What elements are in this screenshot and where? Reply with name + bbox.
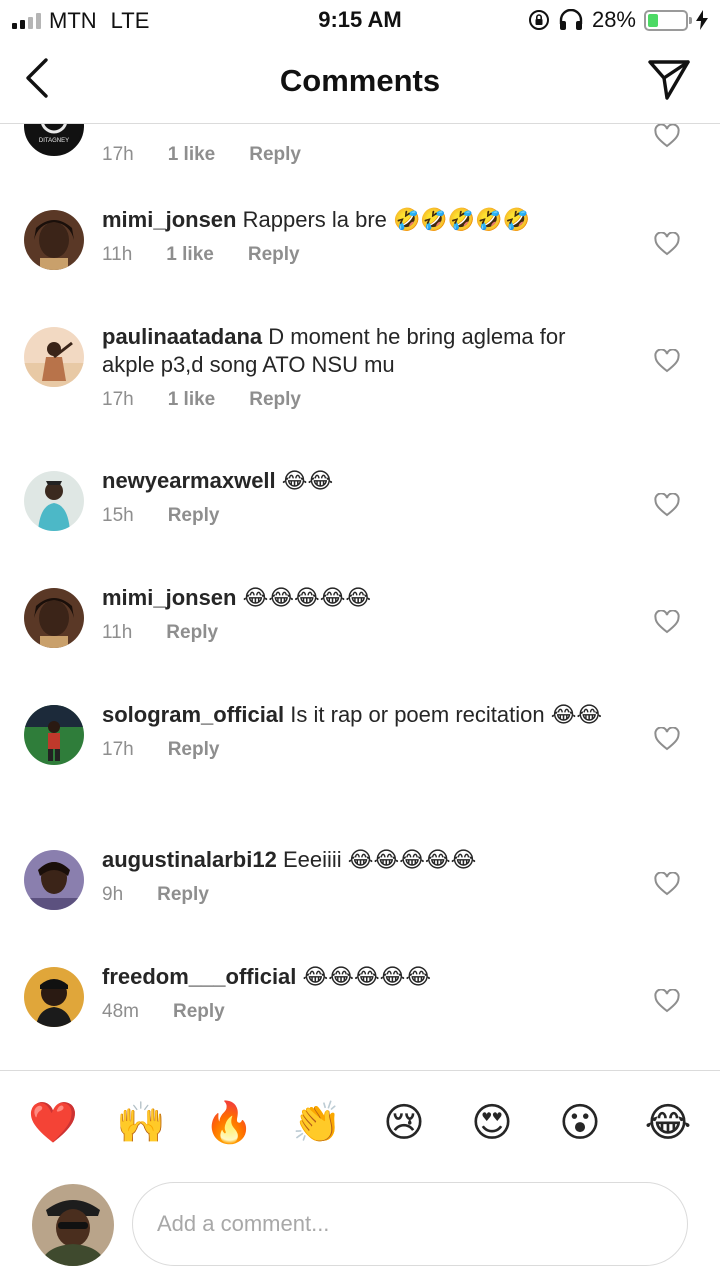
comment-input[interactable] xyxy=(132,1182,688,1266)
comment-time: 11h xyxy=(102,622,133,643)
page-title: Comments xyxy=(279,63,441,98)
comment-time: 11h xyxy=(102,244,133,265)
avatar[interactable] xyxy=(24,588,84,648)
reaction-crying[interactable]: 😢 xyxy=(380,1099,428,1147)
comments-header: Comments xyxy=(0,40,720,124)
comment-text: 😂😂 xyxy=(281,468,334,493)
comment-text: 😂😂😂😂😂 xyxy=(242,585,372,610)
paper-plane-icon xyxy=(648,60,690,100)
avatar[interactable]: DITAGNEY xyxy=(24,124,84,156)
comment-username[interactable]: mimi_jonsen xyxy=(102,207,236,232)
comment-username[interactable]: augustinalarbi12 xyxy=(102,847,277,872)
reply-button[interactable]: Reply xyxy=(168,505,220,527)
avatar[interactable] xyxy=(24,471,84,531)
reply-button[interactable]: Reply xyxy=(168,739,220,761)
reaction-heart[interactable]: ❤️ xyxy=(28,1099,78,1147)
comment-text: Is it rap or poem recitation 😂😂 xyxy=(290,702,603,727)
chevron-left-icon xyxy=(26,58,48,98)
heart-icon[interactable] xyxy=(654,727,680,751)
reaction-heart-eyes[interactable]: 😍 xyxy=(468,1099,516,1147)
heart-icon[interactable] xyxy=(654,232,680,256)
avatar[interactable] xyxy=(24,967,84,1027)
back-button[interactable] xyxy=(18,56,58,100)
avatar[interactable] xyxy=(24,850,84,910)
comment-time: 17h xyxy=(102,739,134,760)
comment-time: 9h xyxy=(102,884,124,905)
status-bar: MTN LTE 9:15 AM 28% xyxy=(0,0,720,40)
heart-icon[interactable] xyxy=(654,989,680,1013)
reply-button[interactable]: Reply xyxy=(249,389,301,411)
comment-username[interactable]: mimi_jonsen xyxy=(102,585,236,610)
reply-button[interactable]: Reply xyxy=(248,244,300,266)
headphones-icon xyxy=(559,9,583,30)
reply-button[interactable]: Reply xyxy=(249,144,301,166)
comment-likes[interactable]: 1 like xyxy=(168,144,216,166)
heart-icon[interactable] xyxy=(654,349,680,373)
orientation-lock-icon xyxy=(528,10,549,30)
avatar[interactable] xyxy=(24,210,84,270)
reply-button[interactable]: Reply xyxy=(166,622,218,644)
share-button[interactable] xyxy=(646,56,692,102)
status-right: 28% xyxy=(528,7,708,33)
emoji-reaction-bar: ❤️ 🙌 🔥 👏 😢 😍 😮 😂 xyxy=(0,1070,720,1174)
comment-time: 48m xyxy=(102,1001,139,1022)
comment-time: 15h xyxy=(102,505,134,526)
comments-list[interactable]: DITAGNEY 17h 1 like Reply mimi_jonsen Ra… xyxy=(0,124,720,1070)
current-user-avatar xyxy=(32,1184,114,1266)
reply-button[interactable]: Reply xyxy=(157,884,209,906)
comment-time: 17h xyxy=(102,144,134,165)
reaction-surprised[interactable]: 😮 xyxy=(556,1099,604,1147)
reaction-clap[interactable]: 👏 xyxy=(292,1099,342,1147)
comment-text: 😂😂😂😂😂 xyxy=(302,964,432,989)
comment-text: Eeeiiii 😂😂😂😂😂 xyxy=(282,847,477,872)
avatar[interactable] xyxy=(24,327,84,387)
heart-icon[interactable] xyxy=(654,493,680,517)
heart-icon[interactable] xyxy=(654,124,680,148)
battery-icon xyxy=(644,9,692,31)
comment-username[interactable]: newyearmaxwell xyxy=(102,468,276,493)
heart-icon[interactable] xyxy=(654,610,680,634)
reaction-raised-hands[interactable]: 🙌 xyxy=(116,1099,166,1147)
heart-icon[interactable] xyxy=(654,872,680,896)
avatar[interactable] xyxy=(24,705,84,765)
svg-text:DITAGNEY: DITAGNEY xyxy=(39,138,69,144)
comment-text: Rappers la bre 🤣🤣🤣🤣🤣 xyxy=(242,207,530,232)
reaction-fire[interactable]: 🔥 xyxy=(204,1099,254,1147)
comment-likes[interactable]: 1 like xyxy=(166,244,214,266)
comment-likes[interactable]: 1 like xyxy=(168,389,216,411)
reply-button[interactable]: Reply xyxy=(173,1001,225,1023)
battery-percent: 28% xyxy=(591,7,636,32)
comment-username[interactable]: paulinaatadana xyxy=(102,324,262,349)
reaction-laughing[interactable]: 😂 xyxy=(644,1099,692,1147)
comment-username[interactable]: sologram_official xyxy=(102,702,284,727)
charging-bolt-icon xyxy=(696,10,708,30)
comment-time: 17h xyxy=(102,389,134,410)
comment-username[interactable]: freedom___official xyxy=(102,964,296,989)
